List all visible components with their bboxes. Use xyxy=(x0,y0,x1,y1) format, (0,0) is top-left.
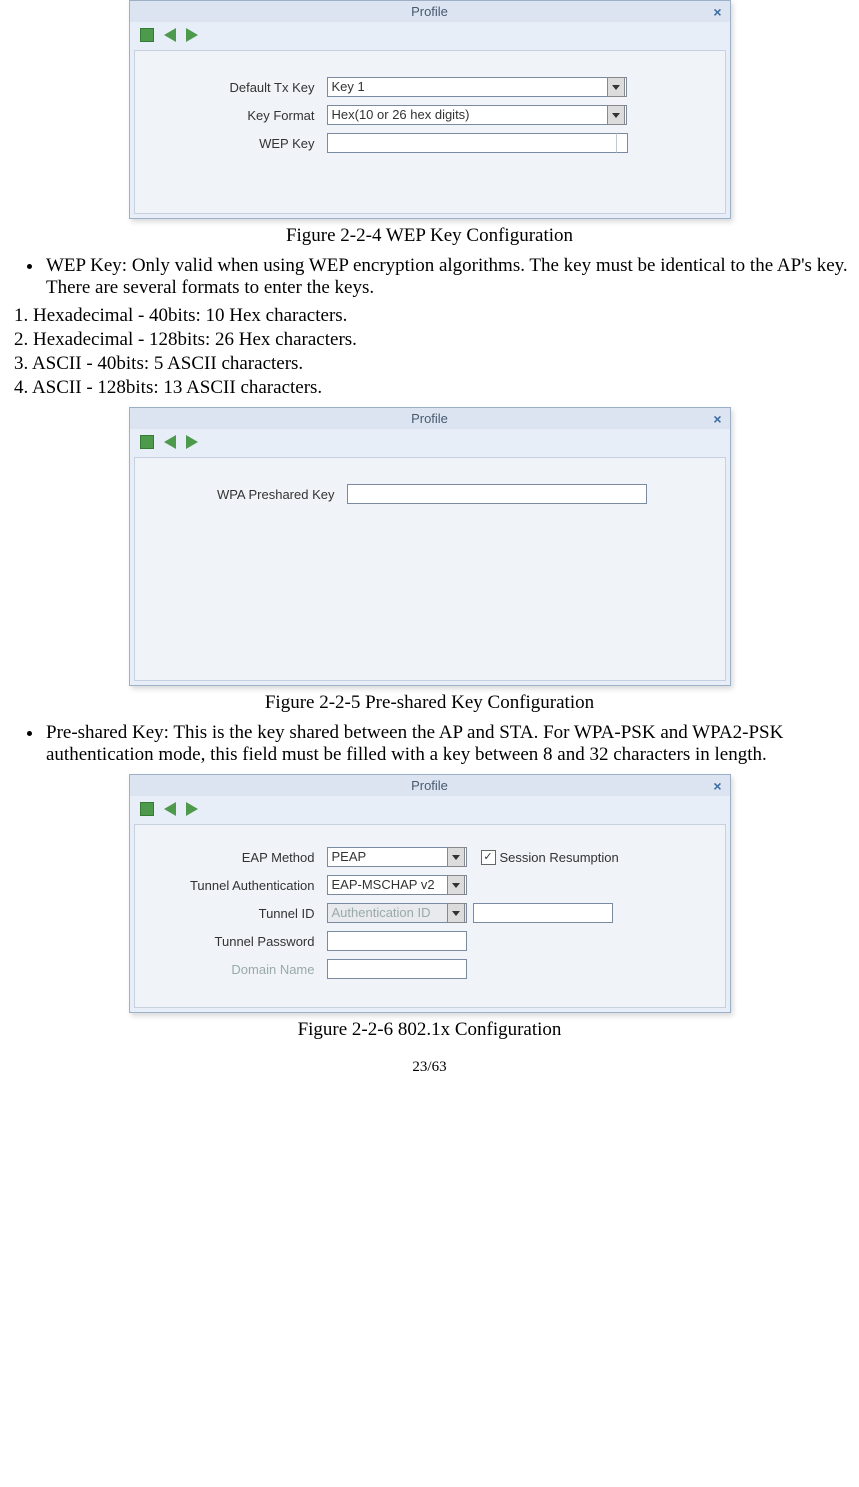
select-value: Authentication ID xyxy=(332,903,431,923)
dialog-titlebar: Profile × xyxy=(130,1,730,22)
row-tunnel-auth: Tunnel Authentication EAP-MSCHAP v2 xyxy=(155,875,705,895)
checkbox-session-resumption[interactable]: ✓ xyxy=(481,850,496,865)
dialog-nav xyxy=(130,22,730,46)
back-arrow-icon[interactable] xyxy=(164,802,176,816)
num-item-2: 2. Hexadecimal - 128bits: 26 Hex charact… xyxy=(14,329,849,351)
row-tunnel-password: Tunnel Password xyxy=(155,931,705,951)
chevron-down-icon[interactable] xyxy=(447,875,465,895)
bullet-psk: Pre-shared Key: This is the key shared b… xyxy=(44,722,849,766)
dialog-titlebar: Profile × xyxy=(130,408,730,429)
num-item-4: 4. ASCII - 128bits: 13 ASCII characters. xyxy=(14,377,849,399)
select-default-tx-key[interactable]: Key 1 xyxy=(327,77,627,97)
dialog-body: Default Tx Key Key 1 Key Format Hex(10 o… xyxy=(134,50,726,214)
profile-dialog-psk: Profile × WPA Preshared Key xyxy=(129,407,731,686)
select-tunnel-id: Authentication ID xyxy=(327,903,467,923)
figure-caption-2: Figure 2-2-5 Pre-shared Key Configuratio… xyxy=(10,692,849,714)
dialog-title: Profile xyxy=(411,4,448,19)
chevron-down-icon[interactable] xyxy=(607,105,625,125)
row-key-format: Key Format Hex(10 or 26 hex digits) xyxy=(155,105,705,125)
num-item-3: 3. ASCII - 40bits: 5 ASCII characters. xyxy=(14,353,849,375)
close-icon[interactable]: × xyxy=(713,4,721,20)
select-tunnel-auth[interactable]: EAP-MSCHAP v2 xyxy=(327,875,467,895)
stop-icon[interactable] xyxy=(140,802,154,816)
num-item-1: 1. Hexadecimal - 40bits: 10 Hex characte… xyxy=(14,305,849,327)
select-eap-method[interactable]: PEAP xyxy=(327,847,467,867)
row-tunnel-id: Tunnel ID Authentication ID xyxy=(155,903,705,923)
row-domain-name: Domain Name xyxy=(155,959,705,979)
profile-dialog-wep: Profile × Default Tx Key Key 1 Key Forma… xyxy=(129,0,731,219)
select-value: EAP-MSCHAP v2 xyxy=(332,875,435,895)
back-arrow-icon[interactable] xyxy=(164,28,176,42)
row-wep-key: WEP Key xyxy=(155,133,705,153)
forward-arrow-icon[interactable] xyxy=(186,435,198,449)
stop-icon[interactable] xyxy=(140,28,154,42)
dialog-nav xyxy=(130,429,730,453)
input-domain-name[interactable] xyxy=(327,959,467,979)
label-tunnel-password: Tunnel Password xyxy=(155,934,327,949)
check-icon: ✓ xyxy=(483,852,492,863)
forward-arrow-icon[interactable] xyxy=(186,28,198,42)
chevron-down-icon xyxy=(447,903,465,923)
label-wep-key: WEP Key xyxy=(155,136,327,151)
wep-key-extra xyxy=(616,133,628,153)
label-tunnel-id: Tunnel ID xyxy=(155,906,327,921)
bullet-list-1: WEP Key: Only valid when using WEP encry… xyxy=(10,255,849,299)
bullet-list-2: Pre-shared Key: This is the key shared b… xyxy=(10,722,849,766)
label-tunnel-auth: Tunnel Authentication xyxy=(155,878,327,893)
bullet-wep-key: WEP Key: Only valid when using WEP encry… xyxy=(44,255,849,299)
input-tunnel-id[interactable] xyxy=(473,903,613,923)
close-icon[interactable]: × xyxy=(713,778,721,794)
label-psk: WPA Preshared Key xyxy=(155,487,347,502)
figure-caption-1: Figure 2-2-4 WEP Key Configuration xyxy=(10,225,849,247)
dialog-title: Profile xyxy=(411,411,448,426)
select-value: Hex(10 or 26 hex digits) xyxy=(332,105,470,125)
page-number: 23/63 xyxy=(10,1059,849,1076)
figure-caption-3: Figure 2-2-6 802.1x Configuration xyxy=(10,1019,849,1041)
dialog-title: Profile xyxy=(411,778,448,793)
row-psk: WPA Preshared Key xyxy=(155,484,705,504)
close-icon[interactable]: × xyxy=(713,411,721,427)
input-tunnel-password[interactable] xyxy=(327,931,467,951)
forward-arrow-icon[interactable] xyxy=(186,802,198,816)
label-domain-name: Domain Name xyxy=(155,962,327,977)
session-resumption-group: ✓ Session Resumption xyxy=(481,850,619,865)
label-session-resumption: Session Resumption xyxy=(500,850,619,865)
back-arrow-icon[interactable] xyxy=(164,435,176,449)
profile-dialog-8021x: Profile × EAP Method PEAP ✓ Session Resu… xyxy=(129,774,731,1013)
chevron-down-icon[interactable] xyxy=(447,847,465,867)
chevron-down-icon[interactable] xyxy=(607,77,625,97)
label-default-tx-key: Default Tx Key xyxy=(155,80,327,95)
input-psk[interactable] xyxy=(347,484,647,504)
stop-icon[interactable] xyxy=(140,435,154,449)
select-key-format[interactable]: Hex(10 or 26 hex digits) xyxy=(327,105,627,125)
select-value: Key 1 xyxy=(332,77,365,97)
select-value: PEAP xyxy=(332,847,367,867)
row-default-tx-key: Default Tx Key Key 1 xyxy=(155,77,705,97)
dialog-nav xyxy=(130,796,730,820)
input-wep-key[interactable] xyxy=(327,133,617,153)
label-eap-method: EAP Method xyxy=(155,850,327,865)
dialog-titlebar: Profile × xyxy=(130,775,730,796)
row-eap-method: EAP Method PEAP ✓ Session Resumption xyxy=(155,847,705,867)
label-key-format: Key Format xyxy=(155,108,327,123)
dialog-body: EAP Method PEAP ✓ Session Resumption Tun… xyxy=(134,824,726,1008)
dialog-body: WPA Preshared Key xyxy=(134,457,726,681)
